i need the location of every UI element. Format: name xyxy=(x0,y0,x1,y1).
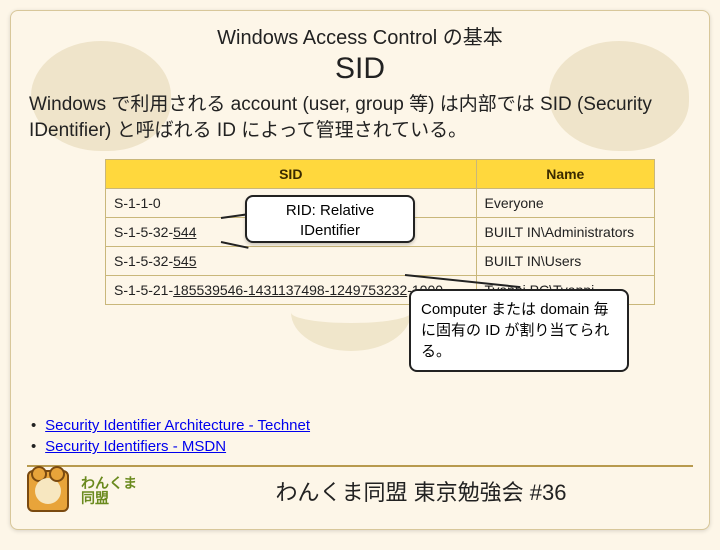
reference-links: • Security Identifier Architecture - Tec… xyxy=(25,417,695,455)
col-header-name: Name xyxy=(476,160,654,189)
footer-title: わんくま同盟 東京勉強会 #36 xyxy=(149,475,693,507)
ref-link[interactable]: Security Identifiers - MSDN xyxy=(45,438,226,455)
cell-name: BUILT IN\Administrators xyxy=(476,218,654,247)
description-text: Windows で利用される account (user, group 等) は… xyxy=(25,92,695,143)
slide-frame: Windows Access Control の基本 SID Windows で… xyxy=(10,10,710,530)
pre-title: Windows Access Control の基本 xyxy=(25,21,695,50)
table-row: S-1-5-32-545 BUILT IN\Users xyxy=(106,247,655,276)
cell-name: Everyone xyxy=(476,189,654,218)
list-item: • Security Identifiers - MSDN xyxy=(31,438,695,455)
rid-callout: RID: Relative IDentifier xyxy=(245,195,415,243)
sid-table-wrap: SID Name S-1-1-0 Everyone S-1-5-32-544 B… xyxy=(105,159,655,305)
cell-name: BUILT IN\Users xyxy=(476,247,654,276)
col-header-sid: SID xyxy=(106,160,477,189)
page-title: SID xyxy=(25,52,695,86)
ref-link[interactable]: Security Identifier Architecture - Techn… xyxy=(45,417,310,434)
brand-name: わんくま 同盟 xyxy=(81,476,137,507)
rid-callout-line: RID: Relative xyxy=(253,201,407,221)
cell-sid: S-1-5-32-545 xyxy=(106,247,477,276)
list-item: • Security Identifier Architecture - Tec… xyxy=(31,417,695,434)
rid-callout-line: IDentifier xyxy=(253,221,407,241)
domain-id-note: Computer または domain 毎に固有の ID が割り当てられる。 xyxy=(409,289,629,372)
footer-divider xyxy=(27,465,693,467)
wankuma-logo-icon xyxy=(27,470,69,512)
footer: わんくま 同盟 わんくま同盟 東京勉強会 #36 xyxy=(11,465,709,517)
